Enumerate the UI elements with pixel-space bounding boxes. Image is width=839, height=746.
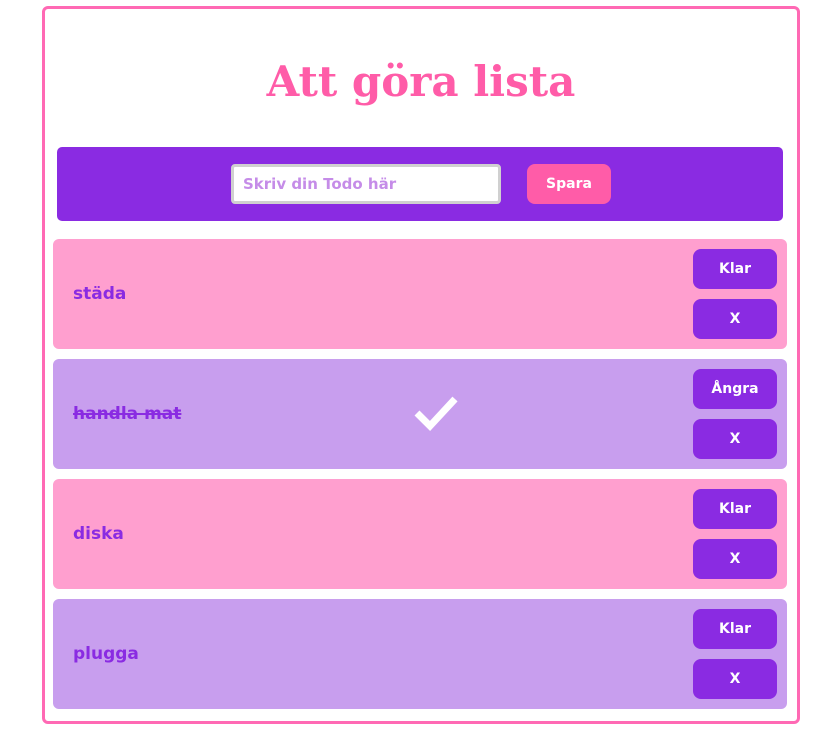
page-title: Att göra lista <box>266 57 576 106</box>
delete-button[interactable]: X <box>693 299 777 339</box>
todo-item: städa Klar X <box>53 239 787 349</box>
todo-input[interactable] <box>231 164 501 204</box>
todo-item-done: handla mat Ångra X <box>53 359 787 469</box>
todo-text: plugga <box>73 644 139 664</box>
checkmark-icon <box>414 396 458 432</box>
delete-button[interactable]: X <box>693 659 777 699</box>
done-button[interactable]: Klar <box>693 609 777 649</box>
delete-button[interactable]: X <box>693 539 777 579</box>
todo-text: diska <box>73 524 124 544</box>
done-button[interactable]: Klar <box>693 249 777 289</box>
done-button[interactable]: Klar <box>693 489 777 529</box>
undo-button[interactable]: Ångra <box>693 369 777 409</box>
save-button[interactable]: Spara <box>527 164 611 204</box>
todo-text: städa <box>73 284 127 304</box>
todo-text: handla mat <box>73 404 182 424</box>
todo-item: plugga Klar X <box>53 599 787 709</box>
todo-form: Spara <box>57 147 783 221</box>
delete-button[interactable]: X <box>693 419 777 459</box>
todo-item: diska Klar X <box>53 479 787 589</box>
app-container: Att göra lista Spara städa Klar X handla… <box>42 6 800 724</box>
